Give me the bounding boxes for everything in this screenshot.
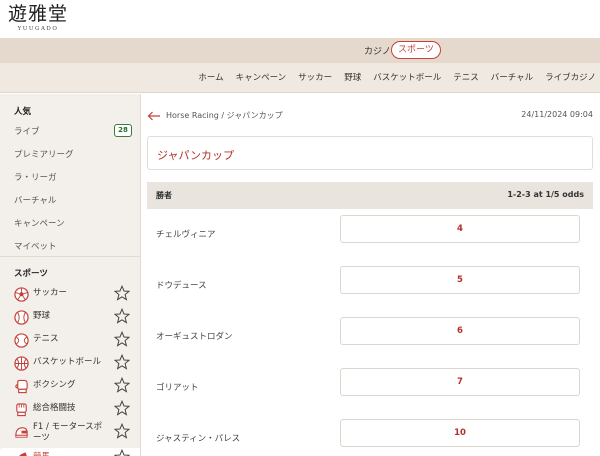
favorite-star-icon[interactable] (114, 449, 130, 456)
nav-item-soccer[interactable]: サッカー (286, 63, 332, 93)
tennis-ball-icon (14, 333, 29, 348)
sport-label: ボクシング (33, 380, 76, 390)
odds-button[interactable]: 7 (340, 368, 580, 396)
sidebar-item-label: プレミアリーグ (14, 150, 74, 160)
each-way-terms: 1-2-3 at 1/5 odds (507, 190, 584, 199)
soccer-ball-icon (14, 287, 29, 302)
runner-name: ドウデュース (156, 281, 207, 291)
sidebar-item-label: ライブ (14, 127, 40, 137)
nav-item-baseball[interactable]: 野球 (332, 63, 361, 93)
event-datetime: 24/11/2024 09:04 (521, 110, 593, 119)
runner-name: チェルヴィニア (156, 230, 216, 240)
sidebar-heading-sports: スポーツ (14, 269, 48, 279)
sidebar-sport-basketball[interactable]: バスケットボール (0, 353, 140, 376)
favorite-star-icon[interactable] (114, 423, 130, 439)
event-header: ジャパンカップ (147, 136, 593, 170)
favorite-star-icon[interactable] (114, 377, 130, 393)
sidebar: 人気 ライブ 28 プレミアリーグ ラ・リーガ バーチャル キャンペーン マイベ… (0, 94, 141, 456)
nav-item-live-casino[interactable]: ライブカジノ (533, 63, 600, 93)
odds-button[interactable]: 6 (340, 317, 580, 345)
product-switcher: カジノ スポーツ (0, 38, 600, 63)
favorite-star-icon[interactable] (114, 400, 130, 416)
runner-name: ジャスティン・パレス (156, 434, 241, 444)
sport-label: バスケットボール (33, 357, 102, 367)
sidebar-sport-horse-racing[interactable]: 競馬 (0, 448, 140, 456)
event-title: ジャパンカップ (157, 149, 234, 162)
sports-switch-button[interactable]: スポーツ (391, 41, 441, 59)
sidebar-item-label: キャンペーン (14, 219, 65, 229)
sport-label: 野球 (33, 311, 51, 321)
sidebar-sport-tennis[interactable]: テニス (0, 330, 140, 353)
selection-row: チェルヴィニア 4 (147, 209, 593, 260)
odds-button[interactable]: 5 (340, 266, 580, 294)
live-count-badge: 28 (114, 124, 132, 137)
selection-row: ゴリアット 7 (147, 362, 593, 413)
sidebar-item-live[interactable]: ライブ 28 (0, 122, 140, 142)
sport-label: 総合格闘技 (33, 403, 76, 413)
odds-button[interactable]: 4 (340, 215, 580, 243)
sidebar-item-virtual[interactable]: バーチャル (0, 191, 140, 211)
sidebar-item-la-liga[interactable]: ラ・リーガ (0, 168, 140, 188)
selection-row: ドウデュース 5 (147, 260, 593, 311)
sidebar-item-premier-league[interactable]: プレミアリーグ (0, 145, 140, 165)
nav-item-home[interactable]: ホーム (186, 63, 223, 93)
sport-label: テニス (33, 334, 59, 344)
odds-button[interactable]: 10 (340, 419, 580, 447)
back-arrow-icon[interactable] (147, 111, 161, 121)
sport-label: 競馬 (33, 452, 105, 456)
sidebar-sport-mma[interactable]: 総合格闘技 (0, 399, 140, 422)
casino-switch-link[interactable]: カジノ (364, 44, 391, 57)
logo-bar: 遊雅堂 YUUGADO (0, 0, 600, 38)
racing-helmet-icon (15, 427, 28, 438)
sidebar-item-label: ラ・リーガ (14, 173, 57, 183)
mma-glove-icon (16, 403, 27, 417)
favorite-star-icon[interactable] (114, 354, 130, 370)
logo-kanji: 遊雅堂 (8, 3, 69, 25)
sidebar-item-my-bets[interactable]: マイベット (0, 237, 140, 257)
breadcrumb[interactable]: Horse Racing / ジャパンカップ (166, 110, 283, 121)
baseball-icon (14, 310, 29, 325)
favorite-star-icon[interactable] (114, 308, 130, 324)
nav-item-tennis[interactable]: テニス (441, 63, 479, 93)
selection-row: ジャスティン・パレス 10 (147, 413, 593, 456)
favorite-star-icon[interactable] (114, 285, 130, 301)
basketball-icon (14, 356, 29, 371)
boxing-glove-icon (15, 379, 28, 394)
site-logo[interactable]: 遊雅堂 YUUGADO (8, 3, 69, 33)
sidebar-item-label: マイベット (14, 242, 57, 252)
logo-roman: YUUGADO (17, 26, 59, 32)
sidebar-heading-popular: 人気 (14, 107, 32, 117)
sport-label: サッカー (33, 288, 68, 298)
sidebar-sport-boxing[interactable]: ボクシング (0, 376, 140, 399)
selection-row: オーギュストロダン 6 (147, 311, 593, 362)
market-name: 勝者 (156, 191, 172, 200)
sidebar-sport-motorsport[interactable]: F1 / モータースポーツ (0, 422, 140, 448)
runner-name: オーギュストロダン (156, 332, 233, 342)
sidebar-sport-soccer[interactable]: サッカー (0, 284, 140, 307)
nav-item-campaign[interactable]: キャンペーン (224, 63, 287, 93)
nav-item-virtual[interactable]: バーチャル (479, 63, 533, 93)
favorite-star-icon[interactable] (114, 331, 130, 347)
main-nav: ホーム キャンペーン サッカー 野球 バスケットボール テニス バーチャル ライ… (0, 63, 600, 93)
sidebar-item-campaign[interactable]: キャンペーン (0, 214, 140, 234)
sidebar-item-label: バーチャル (14, 196, 57, 206)
main-content: Horse Racing / ジャパンカップ 24/11/2024 09:04 … (141, 94, 600, 456)
market-header: 勝者 1-2-3 at 1/5 odds (147, 182, 593, 209)
sidebar-sport-baseball[interactable]: 野球 (0, 307, 140, 330)
horse-racing-icon (19, 452, 27, 456)
sidebar-divider (0, 256, 140, 257)
nav-item-basketball[interactable]: バスケットボール (361, 63, 441, 93)
sport-label: F1 / モータースポーツ (33, 422, 103, 443)
runner-name: ゴリアット (156, 383, 199, 393)
breadcrumb-row: Horse Racing / ジャパンカップ 24/11/2024 09:04 (147, 109, 593, 123)
